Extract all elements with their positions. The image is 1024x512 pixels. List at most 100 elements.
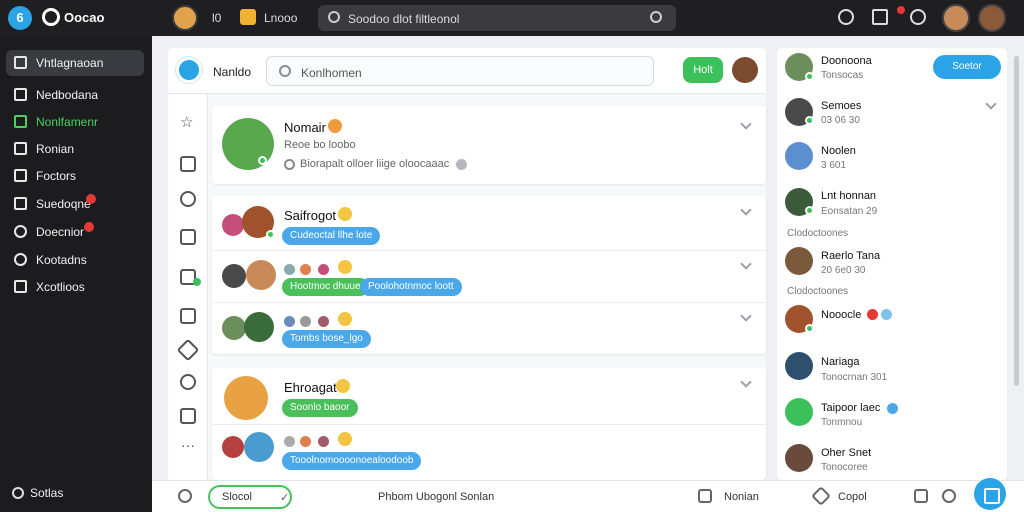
contact-avatar[interactable] — [785, 142, 813, 170]
message-pill[interactable]: Poolohotnmoc loott — [360, 278, 462, 296]
contact-avatar[interactable] — [785, 398, 813, 426]
online-indicator — [805, 206, 814, 215]
global-search[interactable]: Soodoo dlot filtleonol — [318, 5, 676, 31]
emoji-icon[interactable] — [178, 489, 192, 503]
reaction-icon — [284, 264, 295, 275]
compass-icon[interactable] — [838, 9, 854, 25]
message-pill[interactable]: Hootmoc dhuue — [282, 278, 369, 296]
contact-avatar[interactable] — [244, 312, 274, 342]
chevron-down-icon[interactable] — [740, 204, 752, 216]
smile-emoji-icon — [338, 260, 352, 274]
sidebar-item-label: Suedoqne — [36, 197, 91, 211]
filter-button[interactable]: Soetor — [933, 55, 1001, 79]
chevron-down-icon[interactable] — [740, 376, 752, 388]
palette-icon[interactable] — [180, 374, 196, 390]
brand-ring-icon — [42, 8, 60, 26]
contact-avatar-small[interactable] — [222, 264, 246, 288]
message-pill[interactable]: Tombs bose_lgo — [282, 330, 371, 348]
sidebar-item-contacts[interactable]: Kootadns — [6, 247, 144, 273]
gif-icon[interactable] — [942, 489, 956, 503]
reaction-icon — [300, 264, 311, 275]
contact-sub: Tonocoree — [821, 462, 868, 473]
contact-name[interactable]: Lnt honnan — [821, 190, 876, 202]
contact-sub: 3 601 — [821, 160, 847, 171]
top-bar: 6 Oocao l0 Lnooo Soodoo dlot filtleonol — [0, 0, 1024, 36]
contact-avatar[interactable] — [785, 444, 813, 472]
sidebar-item-schedule[interactable]: Suedoqne — [6, 191, 144, 217]
contact-avatar-small[interactable] — [222, 316, 246, 340]
alert-badge — [86, 194, 96, 204]
sidebar-item-notifications[interactable]: Nonlfamenr — [6, 109, 144, 135]
message-pill[interactable]: Soonlo baoor — [282, 399, 358, 417]
contact-avatar[interactable] — [785, 247, 813, 275]
header-avatar[interactable] — [732, 57, 758, 83]
note-icon[interactable] — [240, 9, 256, 25]
contact-avatar-small[interactable] — [222, 436, 244, 458]
sidebar-item-navigation[interactable]: Vhtlagnaoan — [6, 50, 144, 76]
contact-name[interactable]: Semoes — [821, 100, 861, 112]
smile-emoji-icon — [336, 379, 350, 393]
chevron-down-icon[interactable] — [740, 310, 752, 322]
search-input[interactable]: Konlhomen — [266, 56, 654, 86]
contact-avatar[interactable] — [244, 432, 274, 462]
message-pill[interactable]: Tooolnomoooonoealoodoob — [282, 452, 422, 470]
topbar-item-1[interactable]: l0 — [212, 11, 221, 25]
contact-name: Ehroagat — [284, 380, 337, 395]
contact-name[interactable]: Doonoona — [821, 55, 872, 67]
search-placeholder: Konlhomen — [301, 66, 362, 80]
attach-icon[interactable] — [698, 489, 712, 503]
contact-avatar[interactable] — [785, 352, 813, 380]
user-avatar[interactable] — [172, 5, 198, 31]
sidebar-item-documents[interactable]: Doecnior — [6, 219, 144, 245]
contact-name[interactable]: Noolen — [821, 145, 856, 157]
folder-icon[interactable] — [180, 408, 196, 424]
profile-avatar[interactable] — [942, 4, 970, 32]
chevron-down-icon[interactable] — [985, 98, 997, 110]
alert-badge — [84, 222, 94, 232]
contact-name[interactable]: Raerlo Tana — [821, 250, 880, 262]
clock-icon — [284, 159, 295, 170]
contact-name[interactable]: Taipoor laec — [821, 402, 880, 414]
message-pill[interactable]: Cudeoctal llhe lote — [282, 227, 381, 245]
puzzle-icon[interactable] — [176, 338, 200, 362]
header-action-button[interactable]: Holt — [683, 57, 723, 83]
sidebar-status[interactable]: Sotlas — [12, 486, 63, 500]
sidebar-item-factors[interactable]: Foctors — [6, 163, 144, 189]
app-logo-icon[interactable]: 6 — [8, 6, 32, 30]
image-icon[interactable] — [914, 489, 928, 503]
compose-label[interactable]: Copol — [838, 491, 867, 503]
topbar-item-2[interactable]: Lnooo — [264, 11, 297, 25]
attach-label[interactable]: Nonian — [724, 491, 759, 503]
sidebar-item-reports[interactable]: Ronian — [6, 136, 144, 162]
compose-fab-button[interactable] — [974, 478, 1006, 510]
chat-icon[interactable] — [180, 229, 196, 245]
contact-avatar[interactable] — [246, 260, 276, 290]
contact-avatar-small[interactable] — [222, 214, 244, 236]
contact-name[interactable]: Nariaga — [821, 356, 860, 368]
search-submit-icon[interactable] — [650, 11, 662, 23]
sidebar-item-extras[interactable]: Xcotlioos — [6, 274, 144, 300]
contact-name[interactable]: Oher Snet — [821, 447, 871, 459]
send-check-icon[interactable]: ✓ — [280, 491, 289, 504]
account-avatar[interactable] — [978, 4, 1006, 32]
globe-icon[interactable] — [910, 9, 926, 25]
square-icon[interactable] — [180, 308, 196, 324]
reaction-icon — [284, 436, 295, 447]
smile-icon[interactable] — [180, 191, 196, 207]
contact-avatar[interactable] — [224, 376, 268, 420]
sidebar-item-dashboard[interactable]: Nedbodana — [6, 82, 144, 108]
sidebar-item-label: Ronian — [36, 142, 75, 156]
pen-icon[interactable] — [811, 486, 831, 506]
contact-name[interactable]: Nooocle — [821, 309, 861, 321]
conversation-card[interactable]: Nomair Reoe bo loobo Biorapalt olloer li… — [212, 106, 766, 184]
scrollbar[interactable] — [1014, 56, 1019, 386]
clock-icon — [14, 253, 27, 266]
bottom-bar: Slocol ✓ Phbom Ubogonl Sonlan Nonian Cop… — [152, 480, 1024, 512]
reaction-icon — [300, 316, 311, 327]
chevron-down-icon[interactable] — [740, 118, 752, 130]
chevron-down-icon[interactable] — [740, 258, 752, 270]
like-icon[interactable] — [180, 156, 196, 172]
star-icon[interactable]: ☆ — [180, 115, 196, 132]
more-icon[interactable]: ··· — [180, 438, 196, 456]
inbox-icon[interactable] — [872, 9, 888, 25]
